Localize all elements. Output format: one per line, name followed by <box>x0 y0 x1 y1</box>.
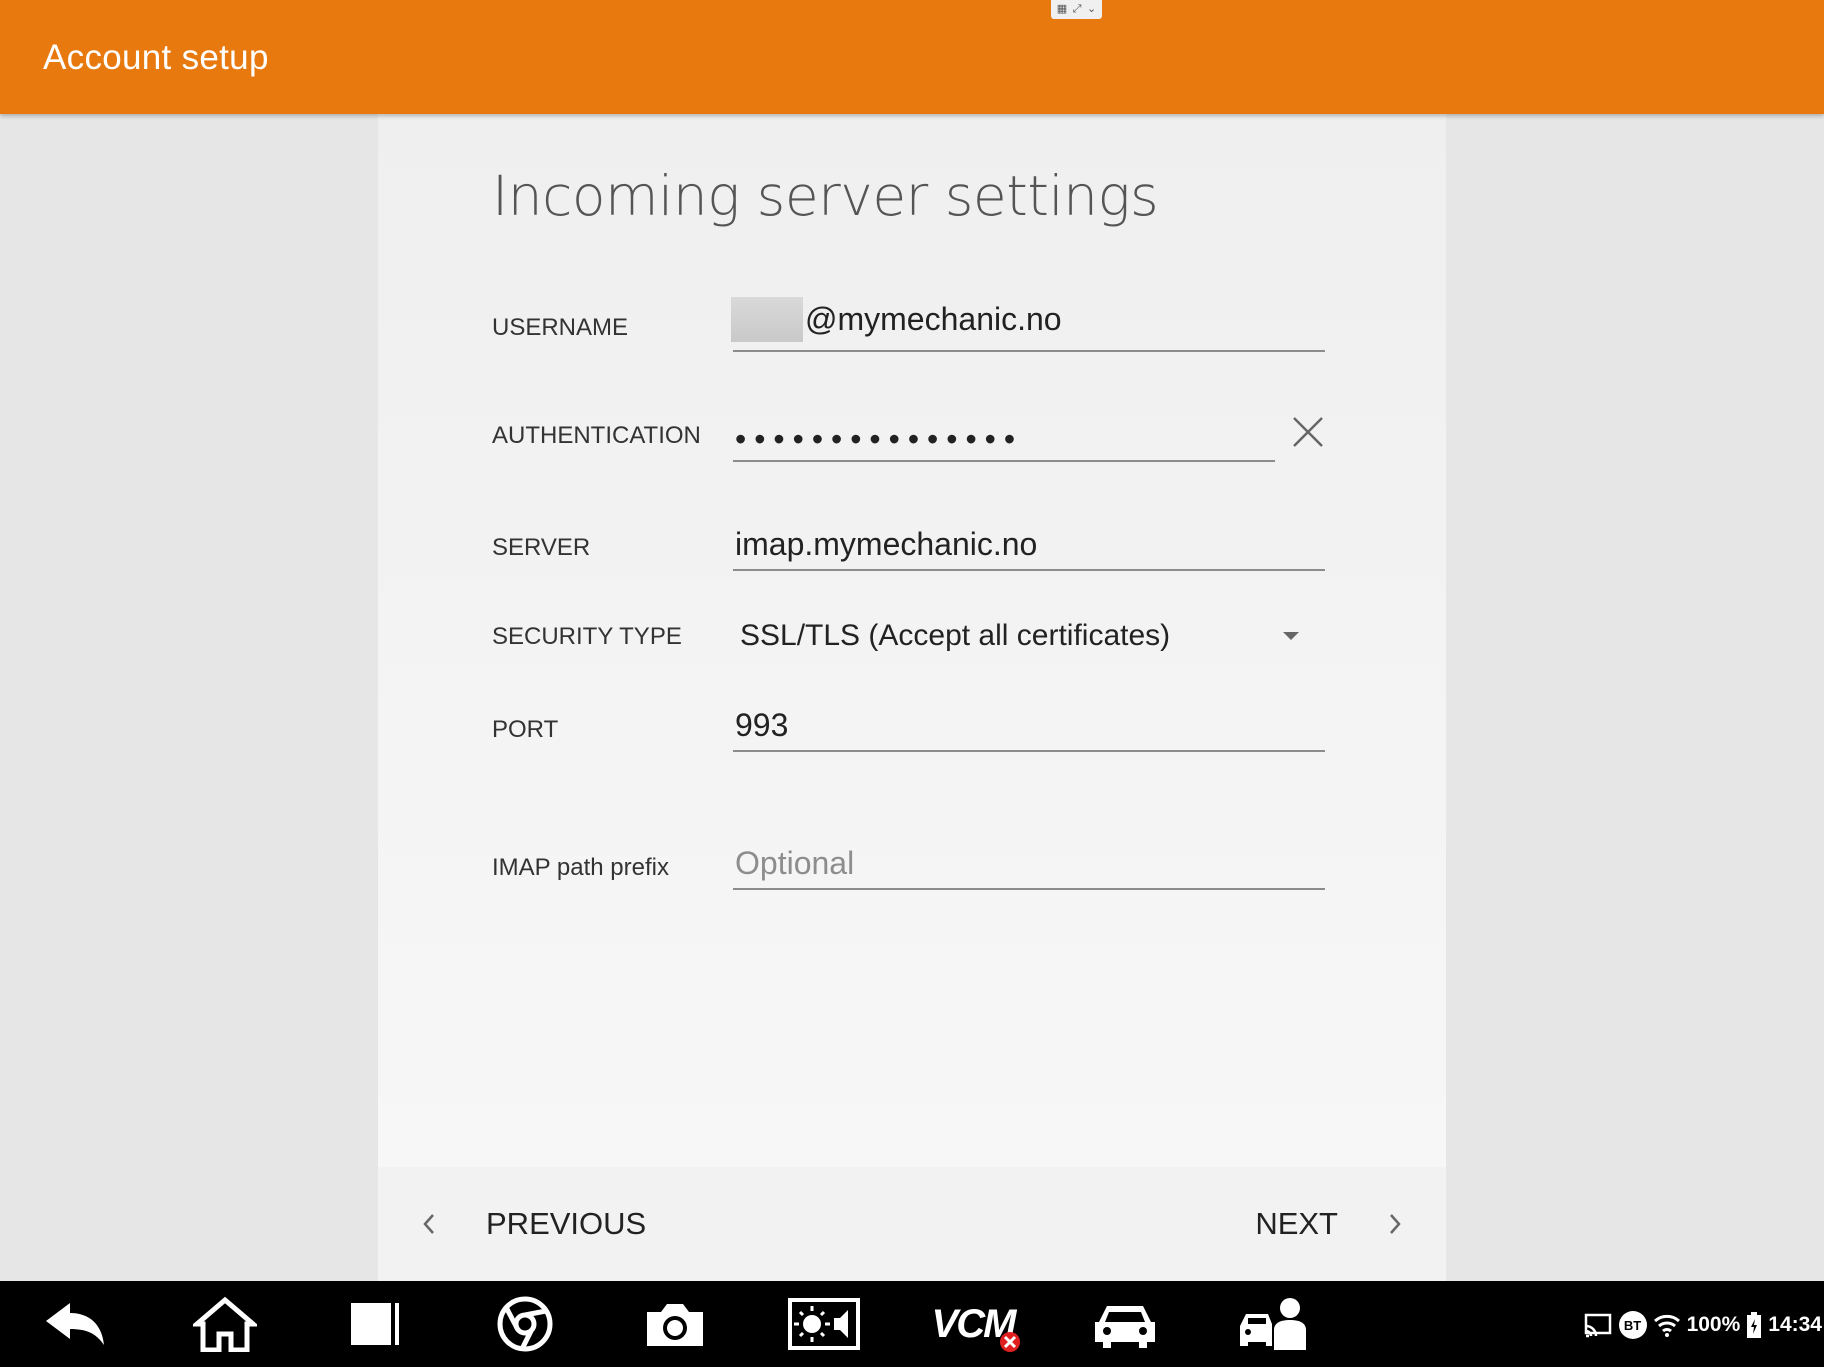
vcm-icon[interactable]: VCM <box>925 1293 1021 1355</box>
chevron-right-icon <box>1390 1214 1401 1234</box>
cast-icon <box>1584 1313 1611 1338</box>
imap-prefix-field[interactable]: Optional <box>733 838 1325 890</box>
vcm-error-icon <box>1000 1332 1020 1352</box>
server-field[interactable]: imap.mymechanic.no <box>733 519 1325 571</box>
app-bar: Account setup ▦ ⤢ ⌄ <box>0 0 1824 114</box>
battery-icon <box>1747 1312 1762 1338</box>
chevron-down-icon: ⌄ <box>1087 3 1097 15</box>
imap-prefix-placeholder: Optional <box>735 845 855 881</box>
status-area: BT 100% 14:34 <box>1583 1307 1822 1343</box>
port-value: 993 <box>735 707 789 743</box>
port-field[interactable]: 993 <box>733 700 1325 752</box>
wizard-nav: PREVIOUS NEXT <box>378 1167 1446 1281</box>
server-label: SERVER <box>492 534 591 561</box>
car-icon[interactable] <box>1090 1293 1160 1355</box>
username-field[interactable]: @mymechanic.no <box>731 297 1325 352</box>
security-type-select[interactable]: SSL/TLS (Accept all certificates) <box>740 619 1170 653</box>
password-value: ••••••••••••••• <box>735 421 1024 457</box>
next-label: NEXT <box>1255 1206 1338 1241</box>
page-heading: Incoming server settings <box>492 164 1159 228</box>
mechanic-icon[interactable] <box>1235 1293 1311 1355</box>
chevron-left-icon <box>423 1214 434 1234</box>
keyboard-grid-icon: ▦ <box>1056 3 1068 15</box>
chrome-icon[interactable] <box>490 1293 560 1355</box>
screen-brightness-icon[interactable] <box>785 1293 863 1355</box>
imap-prefix-label: IMAP path prefix <box>492 854 669 881</box>
recent-apps-icon[interactable] <box>340 1293 410 1355</box>
username-value-wrap: @mymechanic.no <box>731 297 1062 344</box>
next-button[interactable]: NEXT <box>1255 1167 1406 1281</box>
previous-label: PREVIOUS <box>486 1206 647 1241</box>
redacted-username <box>731 297 803 342</box>
username-label: USERNAME <box>492 314 629 341</box>
bluetooth-badge: BT <box>1618 1311 1647 1339</box>
previous-button[interactable]: PREVIOUS <box>418 1167 646 1281</box>
dropdown-arrow-icon[interactable] <box>1283 632 1299 640</box>
wifi-icon <box>1653 1314 1680 1337</box>
camera-icon[interactable] <box>640 1293 710 1355</box>
security-type-label: SECURITY TYPE <box>492 623 682 650</box>
authentication-label: AUTHENTICATION <box>492 422 701 449</box>
server-value: imap.mymechanic.no <box>735 526 1038 562</box>
app-title: Account setup <box>43 38 269 77</box>
setup-panel: Incoming server settings USERNAME @mymec… <box>378 114 1446 1281</box>
battery-percent: 100% <box>1686 1313 1741 1336</box>
username-value: @mymechanic.no <box>805 300 1062 337</box>
keyboard-indicator[interactable]: ▦ ⤢ ⌄ <box>1051 0 1102 19</box>
home-icon[interactable] <box>190 1293 260 1355</box>
password-field[interactable]: ••••••••••••••• <box>733 410 1275 462</box>
clock: 14:34 <box>1768 1313 1822 1336</box>
system-taskbar: VCM BT 100% 14:34 <box>0 1281 1824 1367</box>
expand-icon: ⤢ <box>1072 3 1082 15</box>
back-icon[interactable] <box>40 1293 110 1355</box>
port-label: PORT <box>492 716 559 743</box>
clear-icon[interactable] <box>1290 414 1326 450</box>
